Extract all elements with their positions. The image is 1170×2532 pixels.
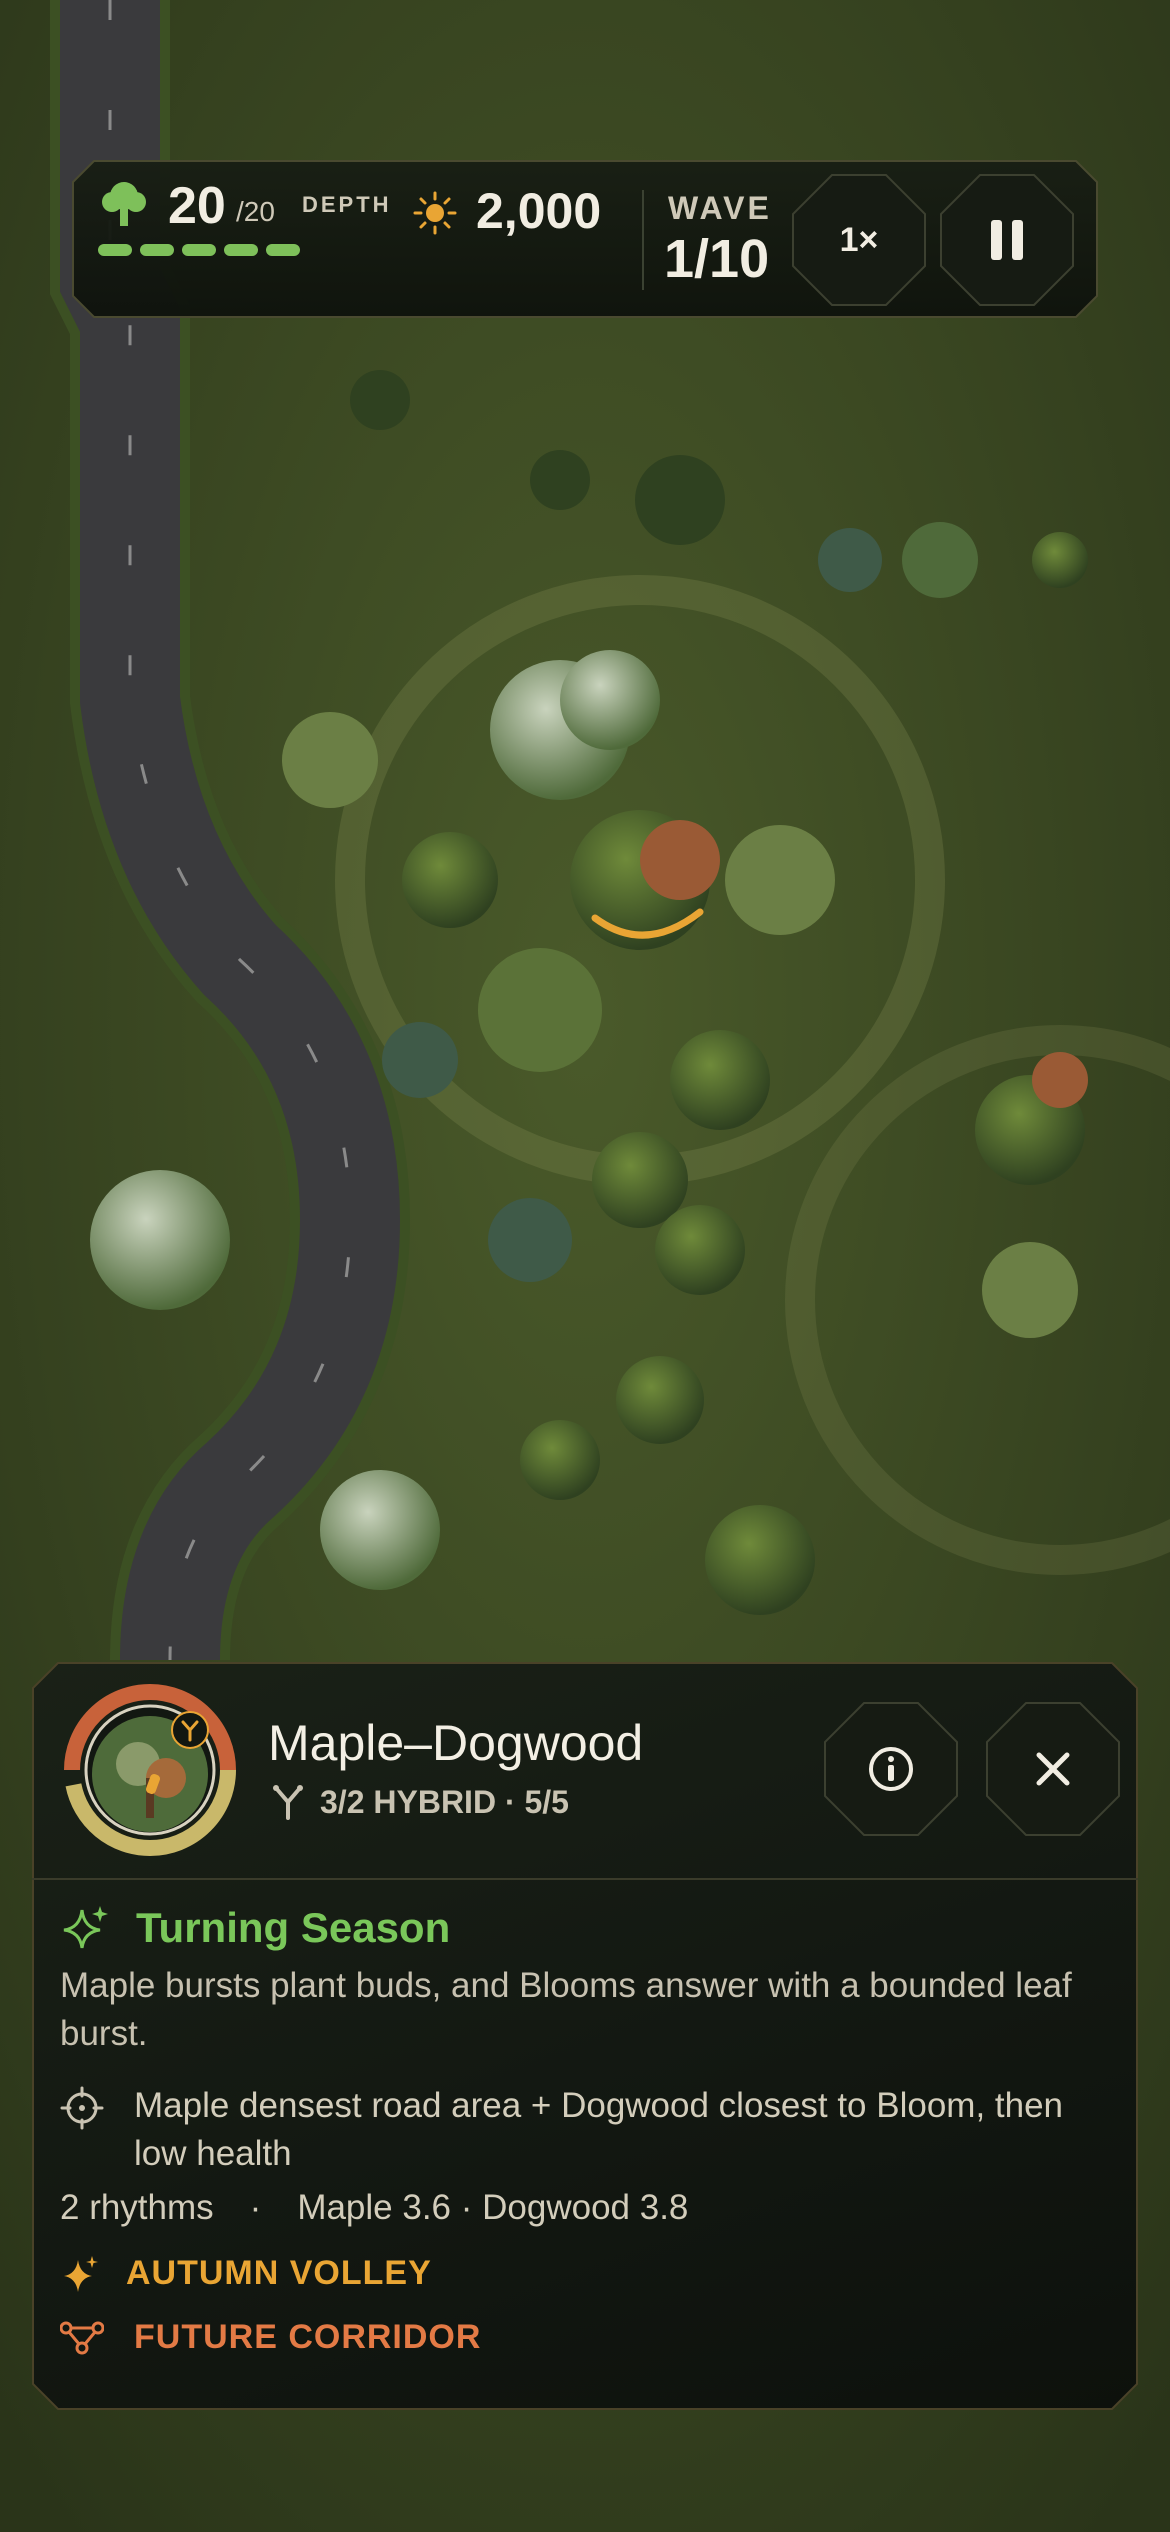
- health-segment: [224, 244, 258, 256]
- rhythm-rates: Maple 3.6 · Dogwood 3.8: [297, 2188, 689, 2227]
- corridor-icon: [60, 2321, 104, 2355]
- unit-meta: 3/2 HYBRID · 5/5: [320, 1784, 569, 1820]
- wave-label: WAVE: [668, 190, 772, 226]
- health-segment: [182, 244, 216, 256]
- target-icon: [60, 2086, 104, 2130]
- tree-icon: [102, 182, 146, 226]
- panel-divider: [32, 1878, 1138, 1880]
- sparkle-icon: [63, 1906, 108, 1949]
- hud-divider: [642, 190, 644, 290]
- sparkle-icon: [64, 2256, 98, 2292]
- health-segment: [98, 244, 132, 256]
- hybrid-fork-icon: [273, 1785, 303, 1820]
- health-segment: [140, 244, 174, 256]
- health-segment: [266, 244, 300, 256]
- tag-future-corridor: FUTURE CORRIDOR: [134, 2318, 482, 2356]
- sun-icon: [413, 191, 457, 235]
- unit-name: Maple–Dogwood: [268, 1715, 644, 1771]
- health-bar: [98, 244, 300, 256]
- unit-portrait: [64, 1684, 236, 1856]
- targeting-rule: Maple densest road area + Dogwood closes…: [134, 2086, 1064, 2173]
- ability-description: Maple bursts plant buds, and Blooms answ…: [60, 1966, 1072, 2053]
- rhythm-count: 2 rhythms: [60, 2188, 214, 2227]
- ability-name: Turning Season: [136, 1904, 451, 1951]
- info-icon: [869, 1747, 913, 1791]
- health-value: 20: [168, 177, 226, 235]
- stats-separator: ·: [249, 2188, 262, 2227]
- speed-label: 1×: [839, 220, 879, 259]
- close-icon: [1036, 1752, 1070, 1786]
- gold-value: 2,000: [476, 183, 602, 239]
- pause-icon: [991, 220, 1023, 260]
- wave-value: 1/10: [664, 229, 770, 289]
- depth-label: DEPTH: [302, 192, 392, 217]
- health-max: /20: [236, 196, 275, 227]
- tag-autumn-volley: AUTUMN VOLLEY: [126, 2254, 432, 2292]
- rhythm-stats: 2 rhythms · Maple 3.6 · Dogwood 3.8: [60, 2188, 688, 2228]
